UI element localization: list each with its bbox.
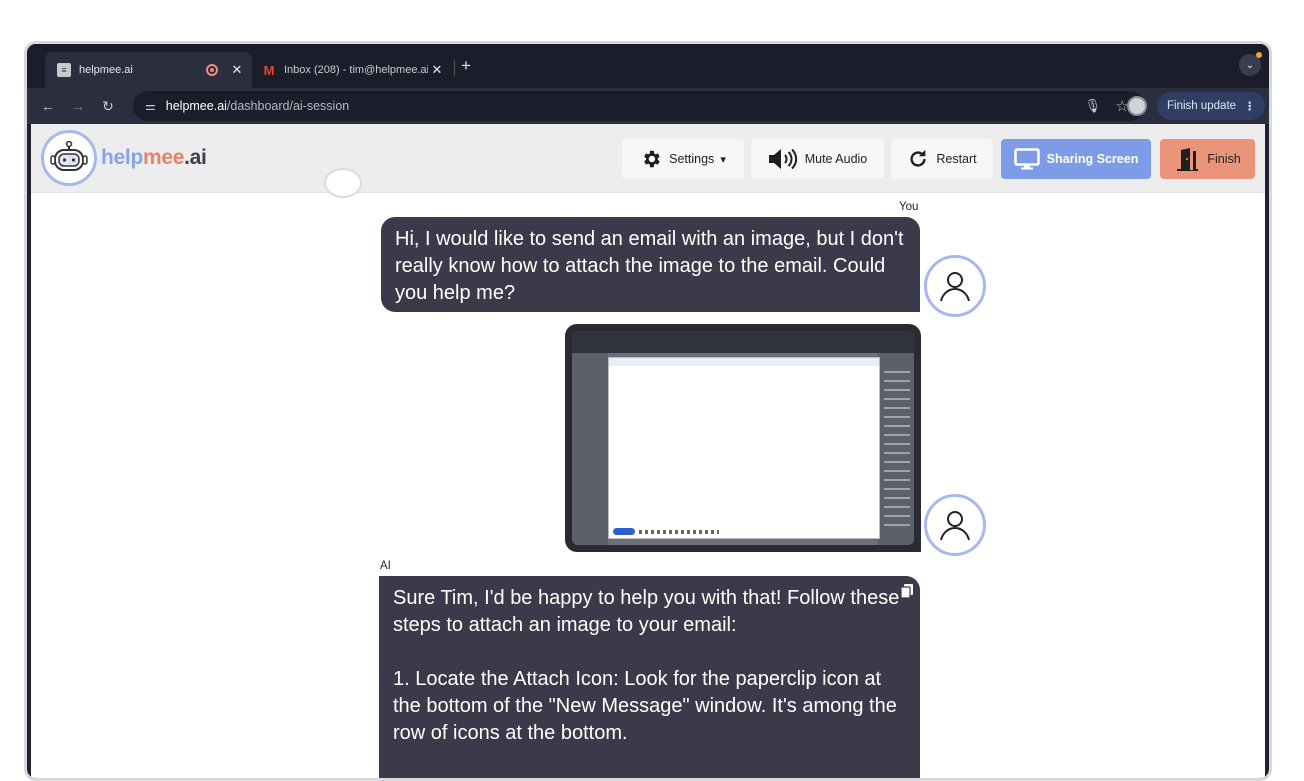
settings-button[interactable]: Settings ▾	[622, 139, 744, 179]
recording-icon	[206, 64, 218, 76]
page-viewport: helpmee.ai Settings ▾ Mute Audio Restart	[31, 124, 1265, 778]
speaker-icon	[768, 148, 798, 170]
gear-icon	[640, 148, 662, 170]
finish-button[interactable]: Finish	[1160, 139, 1255, 179]
monitor-icon	[1013, 148, 1040, 170]
new-tab-button[interactable]: +	[461, 56, 471, 76]
sharing-screen-label: Sharing Screen	[1046, 152, 1139, 166]
user-message-bubble: Hi, I would like to send an email with a…	[381, 217, 920, 312]
site-info-icon[interactable]: ⚌	[145, 99, 156, 113]
app-header: helpmee.ai Settings ▾ Mute Audio Restart	[31, 124, 1265, 193]
url-text: helpmee.ai/dashboard/ai-session	[165, 99, 350, 113]
logo-wordmark: helpmee.ai	[101, 146, 207, 169]
tab-title: helpmee.ai	[79, 64, 133, 76]
tab-inbox[interactable]: M Inbox (208) - tim@helpmee.ai ✕	[252, 52, 452, 88]
finish-label: Finish	[1207, 152, 1241, 166]
restart-label: Restart	[936, 152, 977, 166]
tab-helpmee[interactable]: ≡ helpmee.ai ✕	[45, 52, 252, 88]
settings-label: Settings	[669, 152, 715, 166]
sharing-screen-button[interactable]: Sharing Screen	[1001, 139, 1151, 179]
microphone-icon[interactable]: 🎙︎	[1084, 98, 1101, 114]
tab-separator	[454, 60, 455, 76]
mute-audio-label: Mute Audio	[804, 152, 868, 166]
avatar	[324, 168, 362, 198]
screenshot-attachment[interactable]	[565, 324, 921, 552]
copy-icon[interactable]	[900, 580, 914, 599]
mute-audio-button[interactable]: Mute Audio	[751, 139, 884, 179]
restart-icon	[907, 148, 929, 170]
notification-dot	[1256, 52, 1262, 58]
ai-message-paragraph: 1. Locate the Attach Icon: Look for the …	[393, 668, 897, 744]
doc-icon: ≡	[57, 63, 71, 77]
back-button[interactable]: ←	[33, 98, 63, 114]
robot-logo-icon	[41, 130, 97, 186]
forward-button[interactable]: →	[63, 98, 93, 114]
browser-toolbar: ← → ↻ ⚌ helpmee.ai/dashboard/ai-session …	[27, 88, 1269, 124]
gmail-icon: M	[263, 62, 275, 78]
user-avatar-icon	[924, 494, 986, 556]
browser-window: ≡ helpmee.ai ✕ M Inbox (208) - tim@helpm…	[24, 41, 1272, 781]
chevron-down-icon: ▾	[720, 153, 726, 166]
user-avatar-icon	[924, 255, 986, 317]
exit-door-icon	[1174, 147, 1200, 171]
gmail-screenshot-image	[572, 331, 914, 545]
close-tab-icon[interactable]: ✕	[228, 62, 246, 78]
ai-message-paragraph: Sure Tim, I'd be happy to help you with …	[393, 587, 900, 636]
close-tab-icon[interactable]: ✕	[428, 62, 446, 78]
chevron-down-icon: ⌄	[1245, 59, 1255, 71]
ai-label: AI	[380, 560, 391, 572]
finish-update-button[interactable]: Finish update ⋮	[1157, 92, 1265, 120]
ai-message-bubble: Sure Tim, I'd be happy to help you with …	[379, 576, 920, 778]
address-bar[interactable]: ⚌ helpmee.ai/dashboard/ai-session 🎙︎ ☆	[133, 91, 1145, 121]
tab-strip: ≡ helpmee.ai ✕ M Inbox (208) - tim@helpm…	[27, 44, 1269, 88]
user-label: You	[899, 201, 919, 213]
tab-search-button[interactable]: ⌄	[1239, 52, 1262, 76]
profile-avatar[interactable]	[1127, 96, 1147, 116]
tab-title: Inbox (208) - tim@helpmee.ai	[284, 64, 428, 76]
kebab-menu-icon: ⋮	[1244, 101, 1256, 113]
restart-button[interactable]: Restart	[891, 139, 993, 179]
finish-update-label: Finish update	[1167, 100, 1237, 112]
reload-button[interactable]: ↻	[93, 98, 123, 115]
